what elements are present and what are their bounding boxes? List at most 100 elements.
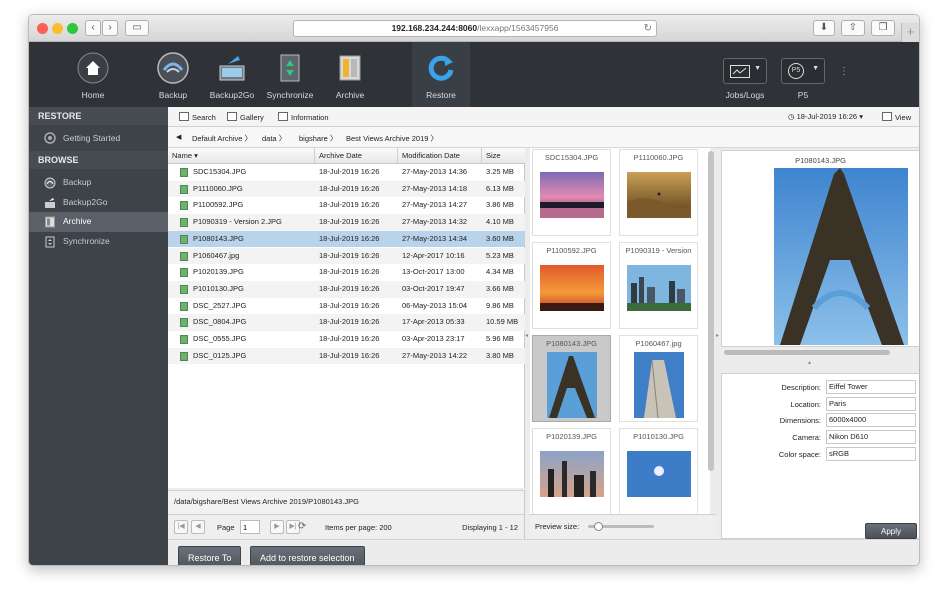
prev-page-button[interactable]: ◀ (191, 520, 205, 534)
gallery-scrollbar[interactable] (708, 151, 714, 471)
chevron-right-icon: › (108, 22, 112, 33)
property-value-field[interactable]: 6000x4000 (826, 413, 916, 428)
search-button[interactable]: Search (179, 112, 216, 122)
table-row[interactable]: P1020139.JPG 18-Jul-2019 16:26 13-Oct-2017… (168, 264, 525, 281)
column-header-name[interactable]: Name ▾ (168, 148, 315, 164)
sidebar-item-backup2go[interactable]: Backup2Go (29, 193, 168, 213)
table-row[interactable]: P1090319 - Version 2.JPG 18-Jul-2019 16:2… (168, 214, 525, 231)
table-cell: 18-Jul-2019 16:26 (319, 267, 380, 277)
table-row[interactable]: P1060467.jpg 18-Jul-2019 16:26 12-Apr-2017… (168, 247, 525, 265)
collapse-up-icon[interactable]: ▴ (808, 359, 811, 366)
collapse-left-icon[interactable]: ◂ (525, 332, 529, 344)
breadcrumb-item[interactable]: data 〉 (262, 133, 286, 144)
gallery-thumb[interactable]: P1110060.JPG (619, 149, 698, 236)
date-selector[interactable]: ◷ 18-Jul-2019 16:26 ▾ (788, 112, 863, 121)
table-row[interactable]: DSC_0804.JPG 18-Jul-2019 16:26 17-Apr-2013… (168, 314, 525, 331)
collapse-right-icon[interactable]: ▸ (716, 332, 720, 344)
reload-icon[interactable]: ↻ (644, 21, 652, 36)
gallery-thumb[interactable]: SDC15304.JPG (532, 149, 611, 236)
property-value-field[interactable]: Eiffel Tower (826, 380, 916, 394)
information-button[interactable]: Information (278, 112, 329, 122)
table-cell: 03-Oct-2017 19:47 (402, 283, 465, 293)
new-tab-button[interactable]: + (901, 23, 919, 42)
synchronize-icon (280, 54, 300, 82)
add-to-restore-selection-button[interactable]: Add to restore selection (250, 546, 365, 565)
column-header-archive-date[interactable]: Archive Date (315, 148, 398, 164)
preview-size-slider-handle[interactable] (593, 522, 603, 531)
toolbar-backup2go[interactable]: Backup2Go (209, 42, 255, 107)
breadcrumb-item[interactable]: Default Archive 〉 (192, 133, 252, 144)
toolbar-restore[interactable]: Restore (412, 42, 470, 107)
breadcrumb-item[interactable]: Best Views Archive 2019 〉 (346, 133, 438, 144)
sidebar-item-synchronize[interactable]: Synchronize (29, 232, 168, 252)
table-row[interactable]: SDC15304.JPG 18-Jul-2019 16:26 27-May-2013… (168, 164, 525, 181)
first-page-button[interactable]: |◀ (174, 520, 188, 534)
property-value-field[interactable]: sRGB (826, 446, 916, 461)
forward-button[interactable]: › (102, 20, 118, 36)
image-file-icon (180, 268, 188, 278)
view-button[interactable]: View (882, 112, 911, 122)
gallery-thumb[interactable]: P1010130.JPG (619, 428, 698, 514)
minimize-window-button[interactable] (52, 23, 63, 34)
restore-to-button[interactable]: Restore To (178, 546, 242, 565)
property-value-field[interactable]: Paris (826, 396, 916, 411)
table-cell: 03-Apr-2013 23:17 (402, 334, 465, 343)
column-header-modification-date[interactable]: Modification Date (398, 148, 482, 164)
property-row: Color space: sRGB (722, 446, 919, 462)
apply-button[interactable]: Apply (865, 523, 917, 539)
table-row[interactable]: P1110060.JPG 18-Jul-2019 16:26 27-May-2013… (168, 180, 525, 198)
table-cell: 5.23 MB (486, 250, 514, 260)
refresh-icon[interactable]: ⟳ (298, 521, 306, 532)
image-file-icon (180, 251, 188, 261)
table-cell: DSC_0555.JPG (193, 334, 247, 343)
gallery-button[interactable]: Gallery (227, 112, 264, 122)
toolbar-home[interactable]: Home (73, 42, 113, 107)
gallery-thumb[interactable]: P1090319 - Version (619, 242, 698, 329)
table-cell: 18-Jul-2019 16:26 (319, 317, 380, 327)
tabs-button[interactable]: ❐ (871, 20, 895, 36)
image-preview: P1080143.JPG (721, 150, 919, 347)
property-row: Location: Paris (722, 396, 919, 412)
table-cell: 18-Jul-2019 16:26 (319, 334, 380, 343)
table-row[interactable]: DSC_0125.JPG 18-Jul-2019 16:26 27-May-2013… (168, 347, 525, 365)
url-bar[interactable]: 192.168.234.244:8060/lexxapp/1563457956 … (293, 20, 657, 37)
sidebar-item-getting-started[interactable]: Getting Started (29, 125, 168, 151)
breadcrumb-item[interactable]: bigshare 〉 (299, 133, 337, 144)
table-row[interactable]: DSC_2527.JPG 18-Jul-2019 16:26 06-May-2013… (168, 298, 525, 315)
preview-size-slider[interactable] (588, 522, 654, 531)
action-bar: Restore To Add to restore selection (168, 539, 919, 565)
gallery-thumb[interactable]: P1060467.jpg (619, 335, 698, 422)
toolbar-archive[interactable]: Archive (329, 42, 371, 107)
column-header-size[interactable]: Size (482, 148, 525, 164)
toolbar-synchronize[interactable]: Synchronize (263, 42, 317, 107)
more-icon[interactable]: ⋮ (839, 66, 849, 77)
breadcrumb-back-icon[interactable]: ◀ (176, 133, 181, 141)
flatiron-building-image (634, 352, 684, 418)
sidebar-header-restore: RESTORE (29, 107, 168, 125)
next-page-button[interactable]: ▶ (270, 520, 284, 534)
sidebar-item-archive[interactable]: Archive (29, 212, 168, 232)
back-button[interactable]: ‹ (85, 20, 101, 36)
search-icon (179, 112, 189, 121)
sidebar-item-backup[interactable]: Backup (29, 173, 168, 193)
table-row[interactable]: DSC_0555.JPG 18-Jul-2019 16:26 03-Apr-2013… (168, 331, 525, 348)
table-row[interactable]: P1080143.JPG 18-Jul-2019 16:26 27-May-2013… (168, 230, 525, 248)
moon-image (627, 451, 691, 497)
gallery-thumb-selected[interactable]: P1080143.JPG (532, 335, 611, 422)
preview-scrollbar[interactable] (724, 350, 890, 355)
toolbar-backup[interactable]: Backup (151, 42, 195, 107)
maximize-window-button[interactable] (67, 23, 78, 34)
close-window-button[interactable] (37, 23, 48, 34)
share-button[interactable]: ⇧ (841, 20, 865, 36)
page-input[interactable] (240, 520, 260, 534)
table-row[interactable]: P1010130.JPG 18-Jul-2019 16:26 03-Oct-2017… (168, 280, 525, 298)
table-cell: 3.86 MB (486, 200, 514, 210)
sidebar-toggle-button[interactable]: ▭ (125, 20, 149, 36)
toolbar-backup2go-label: Backup2Go (209, 90, 255, 100)
gallery-thumb[interactable]: P1020139.JPG (532, 428, 611, 514)
table-row[interactable]: P1100592.JPG 18-Jul-2019 16:26 27-May-2013… (168, 197, 525, 214)
property-value-field[interactable]: Nikon D610 (826, 430, 916, 445)
downloads-button[interactable]: ⬇ (813, 20, 835, 36)
table-cell: DSC_0804.JPG (193, 317, 247, 327)
gallery-thumb[interactable]: P1100592.JPG (532, 242, 611, 329)
